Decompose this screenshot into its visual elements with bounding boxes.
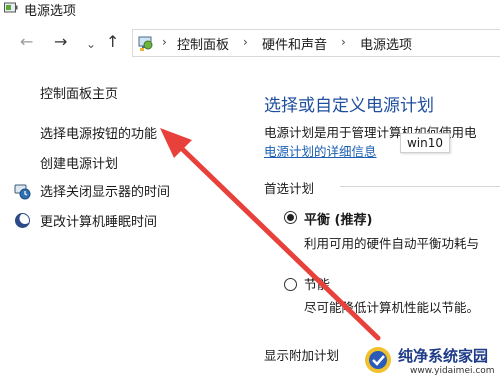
sidebar-item-display-off-time[interactable]: 选择关闭显示器的时间 <box>40 181 170 200</box>
watermark-url: www.yidaimei.com <box>410 366 495 376</box>
preferred-plans-label: 首选计划 <box>264 181 315 196</box>
back-arrow-icon[interactable]: ← <box>20 33 33 51</box>
sidebar-item-create-power-plan[interactable]: 创建电源计划 <box>40 153 118 172</box>
balanced-plan-radio[interactable] <box>284 211 297 224</box>
breadcrumb-separator: › <box>243 35 248 49</box>
page-title: 选择或自定义电源计划 <box>264 96 434 116</box>
breadcrumb-control-panel[interactable]: 控制面板 <box>177 34 229 53</box>
chevron-down-icon[interactable]: ⌄ <box>86 35 96 53</box>
up-arrow-icon[interactable]: ↑ <box>106 33 119 51</box>
breadcrumb-separator: › <box>341 35 346 49</box>
sidebar-item-control-panel-home[interactable]: 控制面板主页 <box>40 83 118 102</box>
watermark-title: 纯净系统家园 <box>398 347 489 365</box>
watermark: 纯净系统家园 www.yidaimei.com <box>364 340 500 379</box>
tooltip: win10 <box>400 133 450 153</box>
display-clock-icon <box>14 184 31 200</box>
navigation-bar: ← → ⌄ ↑ › 控制面板 › 硬件和声音 › 电源选项 <box>0 27 500 57</box>
power-options-icon <box>4 2 18 13</box>
sidebar-item-power-button-function[interactable]: 选择电源按钮的功能 <box>40 123 157 142</box>
moon-icon <box>15 213 31 228</box>
forward-arrow-icon[interactable]: → <box>54 33 67 51</box>
power-plan-details-link[interactable]: 电源计划的详细信息 <box>264 141 377 160</box>
balanced-plan-description: 利用可用的硬件自动平衡功耗与 <box>304 236 480 251</box>
show-additional-plans-toggle[interactable]: 显示附加计划 <box>264 345 339 364</box>
section-divider <box>340 186 500 187</box>
main-content: 选择或自定义电源计划 电源计划是用于管理计算机如何使用电 电源计划的详细信息 w… <box>250 60 500 379</box>
breadcrumb-separator: › <box>162 35 167 49</box>
power-saver-plan-radio[interactable] <box>284 278 297 291</box>
window-title: 电源选项 <box>24 4 77 19</box>
breadcrumb-hardware-sound[interactable]: 硬件和声音 <box>262 34 327 53</box>
address-bar[interactable]: › 控制面板 › 硬件和声音 › 电源选项 <box>132 29 500 57</box>
balanced-plan-label[interactable]: 平衡 (推荐) <box>304 209 372 228</box>
sidebar-item-sleep-time[interactable]: 更改计算机睡眠时间 <box>40 211 157 230</box>
control-panel-icon <box>138 36 153 51</box>
power-saver-plan-label[interactable]: 节能 <box>304 274 330 293</box>
title-bar: 电源选项 <box>0 0 500 22</box>
power-saver-plan-description: 尽可能降低计算机性能以节能。 <box>304 300 480 315</box>
sidebar: 控制面板主页 选择电源按钮的功能 创建电源计划 选择关闭显示器的时间 更改计算机… <box>0 60 250 379</box>
site-logo-icon <box>365 347 391 373</box>
breadcrumb-power-options[interactable]: 电源选项 <box>360 34 412 53</box>
